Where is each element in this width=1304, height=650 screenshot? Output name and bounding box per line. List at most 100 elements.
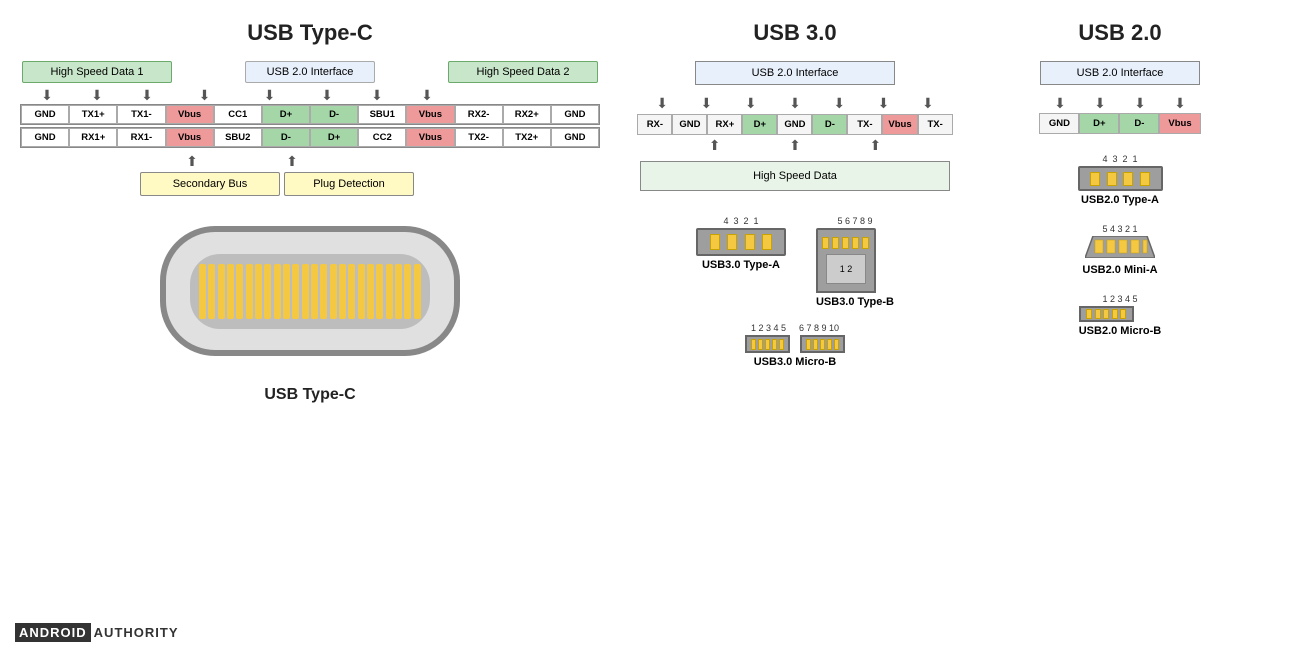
usb30-connectors-row: 4 3 2 1 USB3.0 Type-A 5 6 7 8 9	[620, 216, 970, 308]
usbc-section: USB Type-C High Speed Data 1 USB 2.0 Int…	[10, 10, 610, 640]
usbc-pin-24	[414, 264, 421, 319]
usb2mb-pin3	[1103, 309, 1109, 319]
pin-vbus-20: Vbus	[1159, 113, 1200, 134]
usb30-microb-pin-numbers: 1 2 3 4 5 6 7 8 9 10	[751, 323, 839, 333]
pin-tx1m: TX1-	[117, 105, 165, 124]
usb3a-pin3	[745, 234, 755, 250]
secondary-bus-arrows: ⬆	[22, 153, 242, 170]
usbc-pin-15	[330, 264, 337, 319]
usb30-typeb-label: USB3.0 Type-B	[816, 296, 894, 308]
pin-gnd3: GND	[21, 128, 69, 147]
usb20-arrows-row: ⬇ ⬇ ⬇ ⬇	[990, 95, 1250, 111]
usb20-interface-label: USB 2.0 Interface	[1040, 61, 1200, 85]
usb3mb-pin4	[772, 339, 777, 350]
usb3mb-pin10	[834, 339, 839, 350]
secondary-bus-label: Secondary Bus	[140, 172, 280, 196]
usbc-pin-13	[311, 264, 318, 319]
usbc-top-labels: High Speed Data 1 USB 2.0 Interface High…	[20, 61, 600, 83]
pin-vbus4: Vbus	[406, 128, 454, 147]
usb30-hs-wrapper: High Speed Data	[620, 155, 970, 201]
usb2mini-svg	[1085, 236, 1155, 258]
usb2mb-pin4	[1112, 309, 1118, 319]
pin-tx2m: TX2-	[455, 128, 503, 147]
usb3mb-pin9	[827, 339, 832, 350]
usb3a-pin4	[762, 234, 772, 250]
arrow-down: ⬇	[41, 87, 53, 103]
usb20-minia-pin-numbers: 5 4 3 2 1	[1082, 224, 1157, 234]
pin-rx-minus: RX-	[637, 114, 672, 135]
arrow-up: ⬆	[789, 137, 801, 153]
usb20-microb-connector: 1 2 3 4 5 USB2.0 Micro-B	[1079, 294, 1162, 337]
usb30-typeb-pin-numbers: 5 6 7 8 9	[816, 216, 894, 226]
pin-gnd2-30: GND	[777, 114, 812, 135]
usb3mb-right	[800, 335, 845, 353]
usb3b-top-pins	[822, 237, 869, 249]
usb30-title: USB 3.0	[620, 20, 970, 46]
usb30-section: USB 3.0 USB 2.0 Interface ⬇ ⬇ ⬇ ⬇ ⬇ ⬇ ⬇ …	[610, 10, 980, 640]
pin-sbu2: SBU2	[214, 128, 262, 147]
usb3mb-pin8	[820, 339, 825, 350]
usbc-pin-12	[302, 264, 309, 319]
usbc-hs-data2-label: High Speed Data 2	[448, 61, 598, 83]
usbc-up-arrows-row: ⬆ ⬆	[20, 150, 600, 170]
usbc-inner-shell	[190, 254, 430, 329]
usb20-microb-label: USB2.0 Micro-B	[1079, 325, 1162, 337]
usb30-arrows-row: ⬇ ⬇ ⬇ ⬇ ⬇ ⬇ ⬇	[620, 95, 970, 112]
arrow-down: ⬇	[789, 95, 801, 112]
pin-vbus3: Vbus	[166, 128, 214, 147]
usb30-hs-label: High Speed Data	[640, 161, 950, 191]
pin-dp-30: D+	[742, 114, 777, 135]
usb30-pin-row: RX- GND RX+ D+ GND D- TX- Vbus TX-	[620, 114, 970, 135]
usbc-pin-19	[367, 264, 374, 319]
usb3mb-pin2	[758, 339, 763, 350]
usbc-pin-1	[199, 264, 206, 319]
arrow-down: ⬇	[371, 87, 383, 103]
usbc-pin-6	[246, 264, 253, 319]
usb30-arrows: ⬇ ⬇ ⬇ ⬇ ⬇ ⬇ ⬇	[640, 95, 950, 112]
pin-rx-plus: RX+	[707, 114, 742, 135]
arrow-down: ⬇	[141, 87, 153, 103]
usb3mb-gap	[793, 335, 797, 353]
usbc-sub-labels-row: Secondary Bus Plug Detection	[140, 172, 600, 196]
pin-dm2: D-	[262, 128, 310, 147]
usbc-pin-3	[218, 264, 225, 319]
usb3mb-left	[745, 335, 790, 353]
usbc-hs-data1-label: High Speed Data 1	[22, 61, 172, 83]
arrow-down: ⬇	[656, 95, 668, 112]
pin-tx-minus2: TX-	[918, 114, 953, 135]
pin-vbus-30: Vbus	[882, 114, 917, 135]
pin-gnd-30: GND	[672, 114, 707, 135]
usbc-arrows-usb20: ⬇ ⬇	[172, 87, 302, 103]
usbc-pin-9	[274, 264, 281, 319]
usb3b-pin1	[822, 237, 829, 249]
arrow-down: ⬇	[321, 87, 333, 103]
usb30-typea-body	[696, 228, 786, 256]
usb3mb-pin1	[751, 339, 756, 350]
usb20-typea-body	[1078, 166, 1163, 191]
usb2a-pin1	[1090, 172, 1100, 186]
usbc-usb20-label: USB 2.0 Interface	[245, 61, 375, 83]
pin-dp2: D+	[310, 128, 358, 147]
pin-dp-20: D+	[1079, 113, 1119, 134]
usbc-pin-11	[292, 264, 299, 319]
usb3a-pin1	[710, 234, 720, 250]
arrow-down: ⬇	[922, 95, 934, 112]
arrow-up: ⬆	[186, 153, 198, 170]
pin-dm-20: D-	[1119, 113, 1159, 134]
usb3b-inner-text: 1 2	[840, 264, 853, 274]
pin-gnd: GND	[21, 105, 69, 124]
usb20-microb-body	[1079, 306, 1134, 322]
usb30-up-arrows: ⬆ ⬆ ⬆	[620, 137, 970, 153]
pin-dp1: D+	[262, 105, 310, 124]
usbc-arrows-row1: ⬇ ⬇ ⬇ ⬇ ⬇ ⬇ ⬇ ⬇	[20, 87, 600, 103]
usb30-interface-wrapper: USB 2.0 Interface	[620, 61, 970, 91]
pin-sbu1: SBU1	[358, 105, 406, 124]
arrow-up: ⬆	[709, 137, 721, 153]
arrow-down: ⬇	[264, 87, 276, 103]
usb20-minia-label: USB2.0 Mini-A	[1082, 264, 1157, 276]
usb30-typeb-connector: 5 6 7 8 9 1 2 USB3.0 Type-B	[816, 216, 894, 308]
arrow-down: ⬇	[833, 95, 845, 112]
pin-gnd4: GND	[551, 128, 599, 147]
usb2a-pin2	[1107, 172, 1117, 186]
plug-det-arrows: ⬆	[242, 153, 332, 170]
